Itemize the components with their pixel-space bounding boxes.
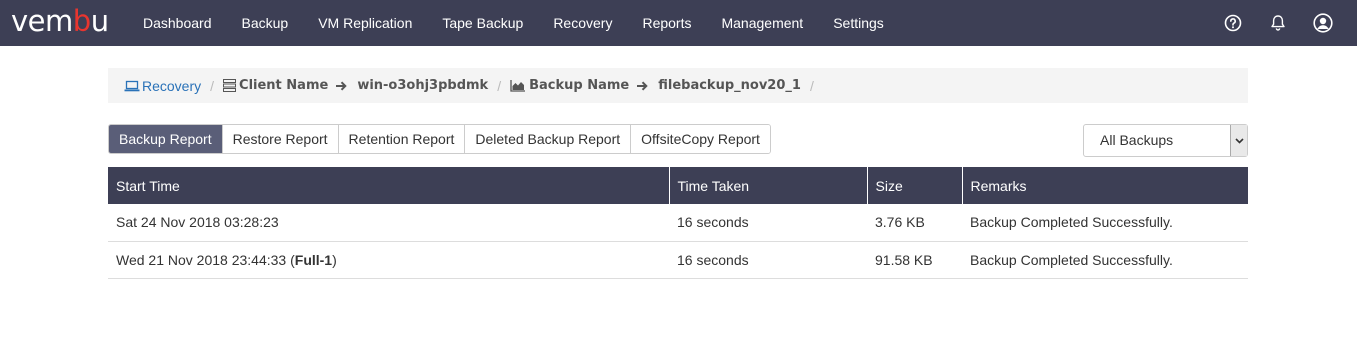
tab-backup-report[interactable]: Backup Report <box>109 125 223 153</box>
column-header-time-taken[interactable]: Time Taken <box>669 167 868 204</box>
cell-time-taken: 16 seconds <box>669 204 867 242</box>
nav-tape-backup[interactable]: Tape Backup <box>427 0 538 46</box>
table-row[interactable]: Wed 21 Nov 2018 23:44:33 (Full-1) 16 sec… <box>108 241 1248 279</box>
cell-size: 3.76 KB <box>867 204 962 242</box>
nav-recovery[interactable]: Recovery <box>538 0 627 46</box>
tab-offsitecopy-report[interactable]: OffsiteCopy Report <box>631 125 770 153</box>
breadcrumb-separator: / <box>497 77 502 94</box>
arrow-right-icon <box>335 80 350 92</box>
top-icons <box>1198 0 1333 46</box>
nav-dashboard[interactable]: Dashboard <box>128 0 227 46</box>
nav-reports[interactable]: Reports <box>627 0 706 46</box>
top-navbar: vembu Dashboard Backup VM Replication Ta… <box>0 0 1357 46</box>
nav-management[interactable]: Management <box>706 0 818 46</box>
nav-settings[interactable]: Settings <box>818 0 899 46</box>
column-header-remarks[interactable]: Remarks <box>962 167 1248 204</box>
cell-size: 91.58 KB <box>867 241 962 279</box>
tab-restore-report[interactable]: Restore Report <box>222 125 339 153</box>
table-row[interactable]: Sat 24 Nov 2018 03:28:23 16 seconds 3.76… <box>108 204 1248 242</box>
breadcrumb: Recovery / Client Name win-o3ohj3pbdmk /… <box>108 68 1248 103</box>
chevron-down-icon[interactable] <box>1230 125 1247 156</box>
vembu-logo[interactable]: vembu <box>11 4 109 38</box>
backup-report-table: Start Time Time Taken Size Remarks Sat 2… <box>108 167 1248 279</box>
breadcrumb-backup: Backup Name filebackup_nov20_1 <box>510 78 801 93</box>
breadcrumb-separator: / <box>210 77 215 94</box>
cell-time-taken: 16 seconds <box>669 241 867 279</box>
cell-remarks: Backup Completed Successfully. <box>962 204 1248 242</box>
main-nav: Dashboard Backup VM Replication Tape Bac… <box>128 0 899 46</box>
bell-icon[interactable] <box>1268 13 1288 33</box>
cell-start-time: Sat 24 Nov 2018 03:28:23 <box>108 204 669 242</box>
cell-start-time: Wed 21 Nov 2018 23:44:33 (Full-1) <box>108 241 669 279</box>
nav-backup[interactable]: Backup <box>227 0 304 46</box>
cell-remarks: Backup Completed Successfully. <box>962 241 1248 279</box>
laptop-icon <box>124 80 140 91</box>
table-header-row: Start Time Time Taken Size Remarks <box>108 167 1248 204</box>
tab-retention-report[interactable]: Retention Report <box>338 125 466 153</box>
breadcrumb-separator: / <box>809 77 814 94</box>
breadcrumb-recovery[interactable]: Recovery <box>124 78 201 94</box>
area-chart-icon <box>510 80 526 92</box>
backup-filter-value: All Backups <box>1100 132 1174 148</box>
arrow-right-icon <box>636 80 651 92</box>
server-icon <box>223 79 237 92</box>
column-header-start-time[interactable]: Start Time <box>108 167 670 204</box>
report-tabs: Backup Report Restore Report Retention R… <box>108 124 771 154</box>
help-icon[interactable] <box>1223 13 1243 33</box>
full-backup-tag: Full-1 <box>294 251 333 268</box>
breadcrumb-client: Client Name win-o3ohj3pbdmk <box>223 78 488 93</box>
tab-deleted-backup-report[interactable]: Deleted Backup Report <box>465 125 632 153</box>
user-icon[interactable] <box>1313 13 1333 33</box>
nav-vm-replication[interactable]: VM Replication <box>303 0 427 46</box>
backup-filter-select[interactable]: All Backups <box>1083 124 1248 157</box>
column-header-size[interactable]: Size <box>867 167 963 204</box>
